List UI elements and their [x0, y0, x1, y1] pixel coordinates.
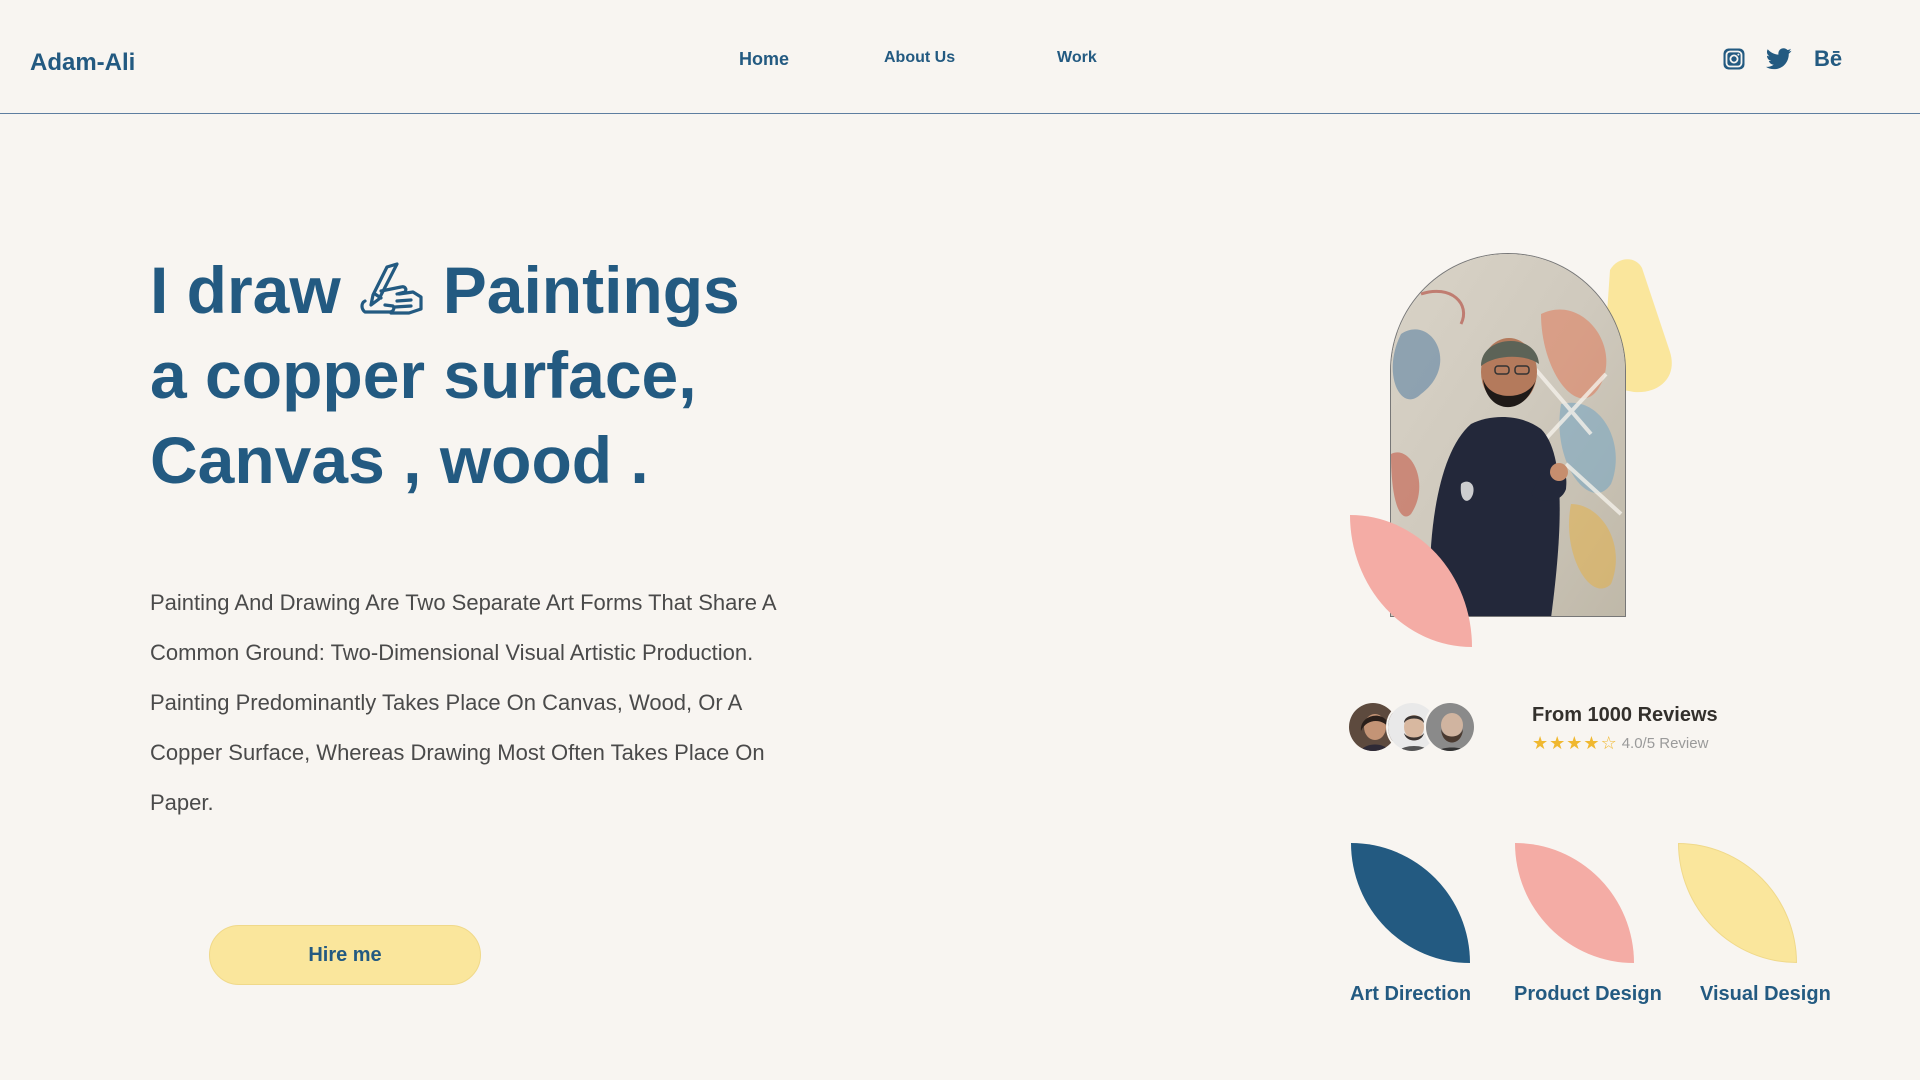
star-filled-icon: ★ [1549, 733, 1566, 753]
instagram-link[interactable] [1720, 44, 1748, 74]
hero-title-line-3: Canvas , wood . [150, 423, 649, 497]
hero-description: Painting And Drawing Are Two Separate Ar… [150, 590, 776, 815]
visual-design-shape [1678, 843, 1797, 963]
nav-about-us[interactable]: About Us [884, 49, 955, 67]
star-empty-icon: ☆ [1600, 733, 1617, 753]
reviewer-avatar [1424, 701, 1476, 753]
hero-title-part-a: I draw [150, 253, 341, 327]
behance-link[interactable]: Bē [1810, 44, 1846, 74]
writing-hand-icon [360, 262, 423, 315]
nav-home[interactable]: Home [739, 49, 789, 70]
service-art-direction[interactable]: Art Direction [1350, 983, 1471, 1006]
star-filled-icon: ★ [1566, 733, 1583, 753]
hero-title-line-2: a copper surface, [150, 338, 697, 412]
twitter-icon [1766, 48, 1792, 70]
header: Adam-Ali Home About Us Work Bē [0, 0, 1920, 114]
site-logo[interactable]: Adam-Ali [30, 49, 135, 77]
reviews-title: From 1000 Reviews [1532, 704, 1718, 726]
star-filled-icon: ★ [1532, 733, 1549, 753]
rating-text: 4.0/5 Review [1621, 734, 1709, 752]
page: Adam-Ali Home About Us Work Bē I draw Pa… [0, 0, 1920, 1080]
service-visual-design[interactable]: Visual Design [1700, 983, 1831, 1006]
hero-title-line-1: I draw Paintings [150, 248, 830, 333]
nav-work[interactable]: Work [1057, 49, 1097, 67]
instagram-icon [1723, 48, 1745, 70]
hero-title: I draw Paintings a copper surface, Canva… [150, 248, 830, 503]
art-direction-shape [1351, 843, 1470, 963]
star-filled-icon: ★ [1583, 733, 1600, 753]
rating-stars: ★ ★ ★ ★ ☆ 4.0/5 Review [1532, 733, 1708, 753]
hero-title-part-b: Paintings [442, 253, 740, 327]
hire-me-button[interactable]: Hire me [209, 925, 481, 985]
service-product-design[interactable]: Product Design [1514, 983, 1662, 1006]
twitter-link[interactable] [1764, 44, 1794, 74]
product-design-shape [1515, 843, 1634, 963]
